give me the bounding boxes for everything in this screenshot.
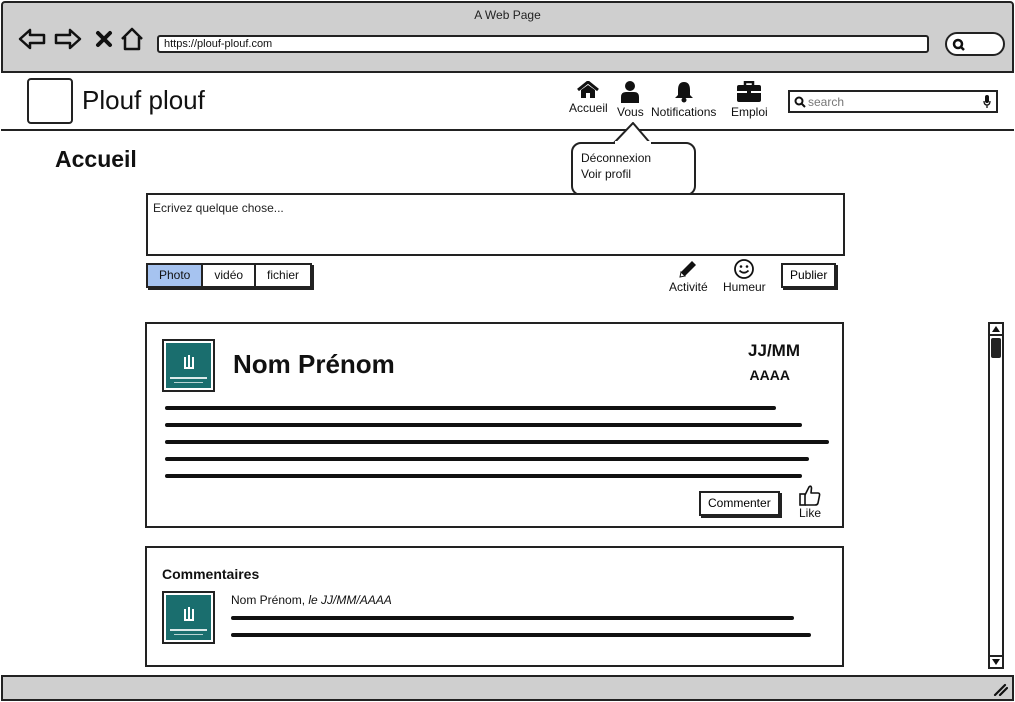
site-search[interactable] bbox=[788, 90, 998, 113]
nav-item-vous[interactable]: Vous bbox=[617, 81, 644, 119]
avatar-image bbox=[166, 595, 211, 640]
comment-button[interactable]: Commenter bbox=[699, 491, 780, 516]
user-icon bbox=[621, 81, 640, 103]
scribble-line bbox=[165, 440, 829, 444]
tool-label: Humeur bbox=[723, 280, 766, 294]
microphone-icon[interactable] bbox=[983, 95, 991, 108]
post-card: Nom Prénom JJ/MM AAAA Commenter Like bbox=[145, 322, 844, 528]
nav-label: Emploi bbox=[731, 105, 768, 119]
nav-item-emploi[interactable]: Emploi bbox=[731, 81, 768, 119]
bell-icon bbox=[674, 82, 693, 103]
close-icon[interactable] bbox=[89, 25, 119, 53]
scribble-line bbox=[231, 633, 811, 637]
scribble-line bbox=[231, 616, 794, 620]
tab-video[interactable]: vidéo bbox=[203, 265, 257, 286]
menu-item-deconnexion[interactable]: Déconnexion bbox=[581, 150, 686, 166]
back-arrow-icon[interactable] bbox=[17, 25, 47, 53]
avatar[interactable] bbox=[162, 591, 215, 644]
post-composer[interactable] bbox=[146, 193, 845, 256]
dropdown-notch-mask bbox=[615, 141, 651, 145]
browser-chrome: A Web Page https://plouf-plouf.com bbox=[1, 1, 1014, 73]
comments-card: Commentaires Nom Prénom, le JJ/MM/AAAA bbox=[145, 546, 844, 667]
site-name: Plouf plouf bbox=[82, 85, 205, 115]
scroll-thumb[interactable] bbox=[991, 338, 1001, 358]
nav-item-accueil[interactable]: Accueil bbox=[569, 81, 608, 115]
like-label: Like bbox=[799, 506, 822, 520]
composer-input[interactable] bbox=[148, 195, 843, 254]
tool-label: Activité bbox=[669, 280, 708, 294]
media-type-tabs: Photo vidéo fichier bbox=[146, 263, 313, 288]
forward-arrow-icon[interactable] bbox=[53, 25, 83, 53]
avatar[interactable] bbox=[162, 339, 215, 392]
search-icon bbox=[794, 96, 806, 108]
nav-label: Vous bbox=[617, 105, 644, 119]
menu-item-voir-profil[interactable]: Voir profil bbox=[581, 166, 686, 182]
scribble-line bbox=[165, 423, 803, 427]
comment-author-name[interactable]: Nom Prénom, bbox=[231, 593, 305, 607]
publish-button[interactable]: Publier bbox=[781, 263, 837, 288]
home-icon bbox=[577, 81, 600, 98]
post-date-year: AAAA bbox=[749, 367, 790, 383]
humeur-button[interactable]: Humeur bbox=[723, 258, 766, 294]
vertical-scrollbar[interactable] bbox=[988, 322, 1004, 669]
site-header: Plouf plouf Accueil Vous Notifications E… bbox=[1, 73, 1014, 131]
post-author-name[interactable]: Nom Prénom bbox=[233, 349, 395, 380]
post-date-day: JJ/MM bbox=[748, 341, 800, 360]
status-bar bbox=[1, 675, 1014, 701]
comment-meta: Nom Prénom, le JJ/MM/AAAA bbox=[231, 593, 392, 607]
site-logo[interactable] bbox=[27, 78, 73, 124]
activite-button[interactable]: Activité bbox=[669, 258, 708, 294]
browser-search-button[interactable] bbox=[945, 32, 1005, 56]
address-bar[interactable]: https://plouf-plouf.com bbox=[157, 35, 929, 53]
avatar-image bbox=[166, 343, 211, 388]
like-button[interactable]: Like bbox=[799, 484, 821, 520]
tab-photo[interactable]: Photo bbox=[148, 265, 204, 286]
window-title: A Web Page bbox=[474, 8, 541, 22]
tab-fichier[interactable]: fichier bbox=[256, 265, 311, 286]
user-dropdown-menu: Déconnexion Voir profil bbox=[571, 142, 696, 196]
comment-date: le JJ/MM/AAAA bbox=[308, 593, 392, 607]
scribble-line bbox=[165, 457, 810, 461]
scribble-line bbox=[165, 474, 803, 478]
comment-body-placeholder bbox=[231, 616, 811, 650]
scroll-up-arrow-icon[interactable] bbox=[990, 324, 1002, 336]
nav-label: Notifications bbox=[651, 105, 717, 119]
post-body-placeholder bbox=[165, 406, 829, 491]
nav-item-notifications[interactable]: Notifications bbox=[651, 81, 716, 119]
comments-title: Commentaires bbox=[162, 566, 260, 582]
thumbs-up-icon bbox=[799, 485, 821, 506]
search-icon bbox=[952, 38, 965, 51]
home-icon[interactable] bbox=[117, 25, 147, 53]
nav-label: Accueil bbox=[569, 101, 608, 115]
scroll-down-arrow-icon[interactable] bbox=[990, 655, 1002, 667]
search-input[interactable] bbox=[808, 93, 978, 110]
scribble-line bbox=[165, 406, 776, 410]
page-title: Accueil bbox=[55, 146, 137, 172]
pencil-icon bbox=[679, 261, 697, 278]
briefcase-icon bbox=[737, 81, 762, 102]
resize-grip-icon[interactable] bbox=[992, 682, 1008, 696]
smiley-icon bbox=[734, 259, 755, 279]
